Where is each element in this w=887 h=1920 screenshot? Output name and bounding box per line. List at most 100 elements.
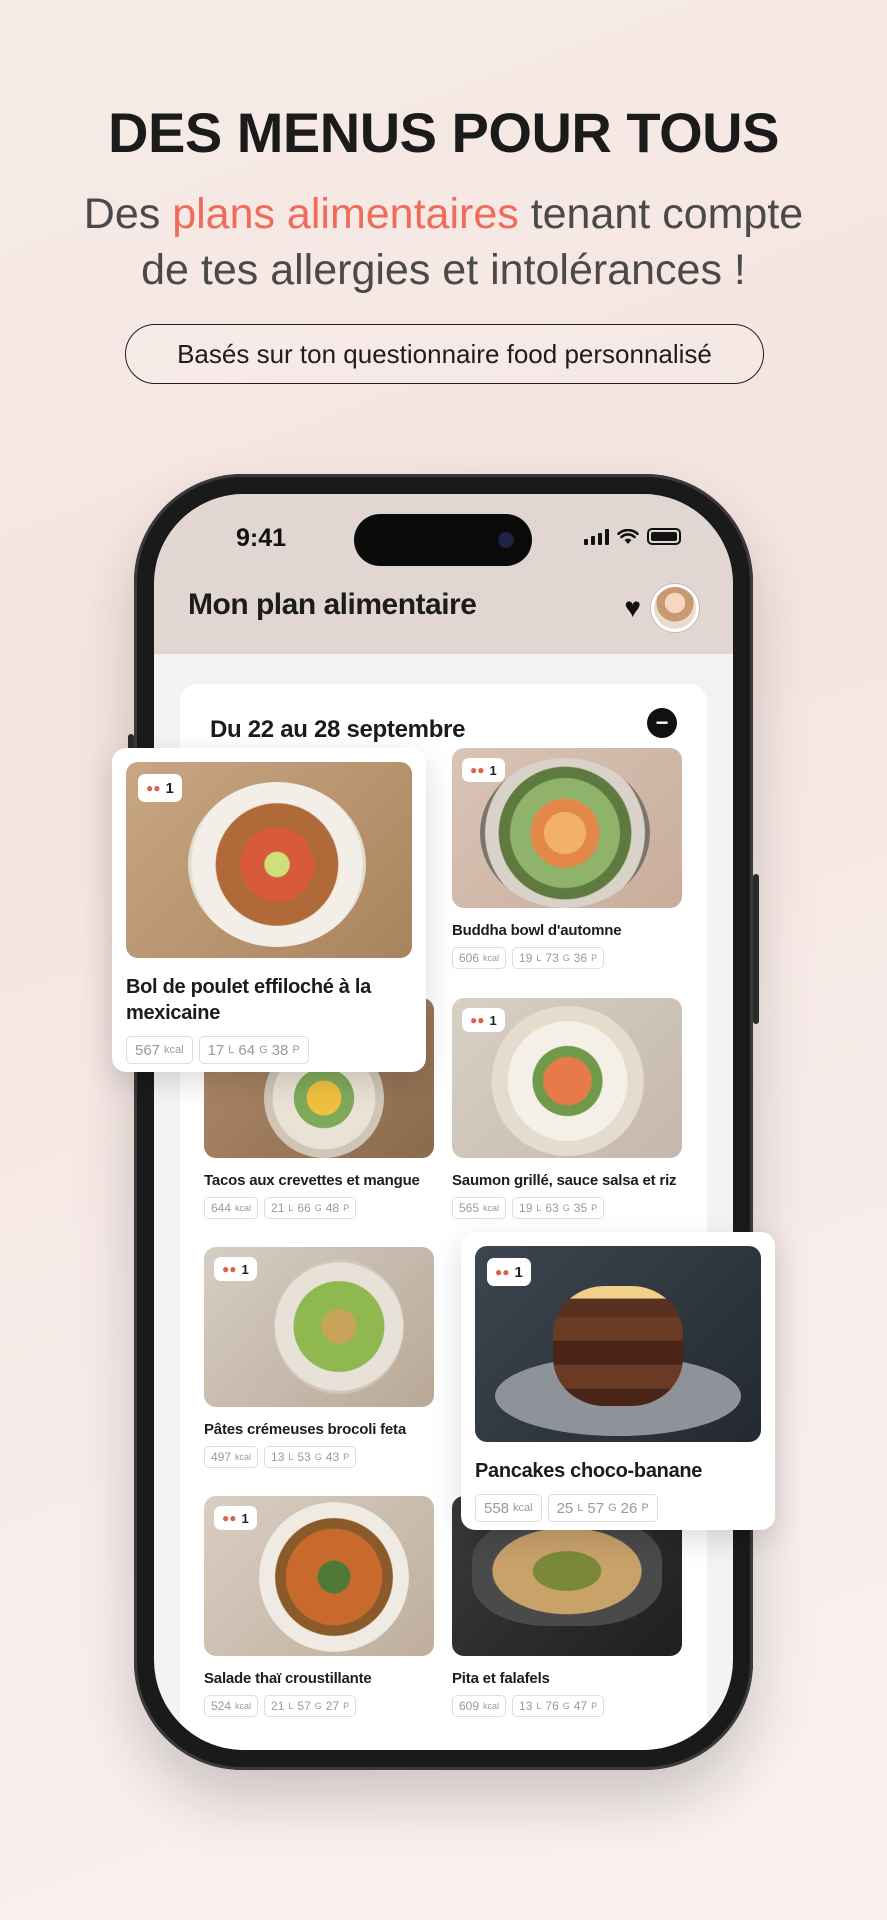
recipe-name: Tacos aux crevettes et mangue xyxy=(204,1172,420,1189)
carb-unit: G xyxy=(562,1203,570,1213)
kcal-chip: 567 kcal xyxy=(126,1036,193,1064)
protein-value: 38 xyxy=(271,1041,289,1059)
servings-count: 1 xyxy=(241,1261,249,1277)
protein-unit: P xyxy=(591,953,598,963)
carb-value: 53 xyxy=(297,1450,311,1464)
macros: 567 kcal 17 L 64 G 38 P xyxy=(126,1036,412,1064)
recipe-card[interactable]: ●● 1 Saumon grillé, sauce salsa et riz 56… xyxy=(452,998,682,1219)
people-icon: ●● xyxy=(470,1013,485,1027)
status-icons xyxy=(584,528,681,545)
headline: DES MENUS POUR TOUS xyxy=(108,101,779,164)
recipe-name: Pancakes choco-banane xyxy=(475,1460,703,1482)
protein-unit: P xyxy=(343,1701,350,1711)
macros: 558 kcal 25 L 57 G 26 P xyxy=(475,1494,761,1522)
servings-badge: ●● 1 xyxy=(214,1506,257,1530)
carb-unit: G xyxy=(314,1701,322,1711)
protein-value: 26 xyxy=(620,1499,638,1517)
protein-value: 27 xyxy=(325,1699,340,1713)
kcal-chip: 606 kcal xyxy=(452,947,507,969)
recipe-name: Pita et falafels xyxy=(452,1670,550,1687)
lipid-unit: L xyxy=(577,1502,584,1514)
subheadline-part: tenant compte xyxy=(518,190,804,238)
carb-unit: G xyxy=(259,1044,268,1056)
people-icon: ●● xyxy=(495,1265,510,1279)
app-header: 9:41 Mon plan alimentaire ♥ xyxy=(154,494,733,654)
people-icon: ●● xyxy=(146,781,161,795)
recipe-name: Salade thaï croustillante xyxy=(204,1670,372,1687)
kcal-unit: kcal xyxy=(235,1452,252,1462)
people-icon: ●● xyxy=(222,1262,237,1276)
carb-value: 64 xyxy=(238,1041,256,1059)
recipe-name: Saumon grillé, sauce salsa et riz xyxy=(452,1172,677,1189)
featured-recipe-card[interactable]: ●● 1 Pancakes choco-banane 558 kcal 25 L 57 G… xyxy=(461,1232,775,1530)
recipe-name: Buddha bowl d'automne xyxy=(452,922,622,939)
servings-badge: ●● 1 xyxy=(462,1008,505,1032)
protein-unit: P xyxy=(343,1452,350,1462)
carb-unit: G xyxy=(562,1701,570,1711)
servings-badge: ●● 1 xyxy=(487,1258,531,1286)
lipid-value: 13 xyxy=(519,1699,533,1713)
carb-value: 73 xyxy=(545,951,559,965)
lipid-value: 21 xyxy=(271,1699,285,1713)
questionnaire-pill: Basés sur ton questionnaire food personn… xyxy=(125,324,764,384)
carb-value: 76 xyxy=(545,1699,559,1713)
protein-unit: P xyxy=(292,1044,300,1056)
kcal-value: 606 xyxy=(459,951,480,965)
subheadline-accent: plans alimentaires xyxy=(172,190,519,238)
collapse-button[interactable]: − xyxy=(647,708,677,738)
recipe-name: Bol de poulet effiloché à la mexicaine xyxy=(126,976,371,1024)
recipe-image: ●● 1 xyxy=(204,1496,434,1656)
kcal-unit: kcal xyxy=(164,1044,184,1056)
lipid-value: 21 xyxy=(271,1201,285,1215)
protein-unit: P xyxy=(591,1701,598,1711)
macro-chip: 25 L 57 G 26 P xyxy=(547,1494,658,1522)
kcal-value: 497 xyxy=(211,1450,232,1464)
lipid-unit: L xyxy=(536,1203,542,1213)
kcal-unit: kcal xyxy=(483,1701,500,1711)
heart-icon[interactable]: ♥ xyxy=(624,592,641,624)
kcal-value: 567 xyxy=(135,1041,161,1059)
app-title: Mon plan alimentaire xyxy=(188,588,477,621)
lipid-unit: L xyxy=(228,1044,235,1056)
camera-icon xyxy=(498,532,514,548)
servings-count: 1 xyxy=(165,779,174,797)
carb-unit: G xyxy=(314,1452,322,1462)
lipid-unit: L xyxy=(288,1452,294,1462)
recipe-image: ●● 1 xyxy=(126,762,412,958)
lipid-value: 25 xyxy=(556,1499,574,1517)
carb-value: 66 xyxy=(297,1201,311,1215)
recipe-image: ●● 1 xyxy=(475,1246,761,1442)
protein-unit: P xyxy=(591,1203,598,1213)
macros: 565 kcal 19 L 63 G 35 P xyxy=(452,1197,682,1219)
protein-value: 36 xyxy=(573,951,588,965)
recipe-card[interactable]: ●● 1 Salade thaï croustillante 524 kcal 21… xyxy=(204,1496,434,1717)
kcal-value: 644 xyxy=(211,1201,232,1215)
recipe-name: Pâtes crémeuses brocoli feta xyxy=(204,1421,406,1438)
avatar[interactable] xyxy=(651,584,699,632)
kcal-unit: kcal xyxy=(483,1203,500,1213)
kcal-chip: 497 kcal xyxy=(204,1446,259,1468)
carb-unit: G xyxy=(314,1203,322,1213)
carb-unit: G xyxy=(562,953,570,963)
featured-recipe-card[interactable]: ●● 1 Bol de poulet effiloché à la mexicai… xyxy=(112,748,426,1072)
phone-button xyxy=(753,874,759,1024)
protein-unit: P xyxy=(641,1502,649,1514)
battery-icon xyxy=(647,528,681,545)
protein-value: 43 xyxy=(325,1450,340,1464)
macro-chip: 13 L 53 G 43 P xyxy=(264,1446,357,1468)
minus-icon: − xyxy=(655,710,669,735)
kcal-value: 524 xyxy=(211,1699,232,1713)
kcal-chip: 565 kcal xyxy=(452,1197,507,1219)
kcal-unit: kcal xyxy=(235,1701,252,1711)
people-icon: ●● xyxy=(470,763,485,777)
recipe-card[interactable]: ●● 1 Buddha bowl d'automne 606 kcal 19 L 73 G… xyxy=(452,748,682,969)
recipe-card[interactable]: ●● 1 Pâtes crémeuses brocoli feta 497 kcal… xyxy=(204,1247,434,1468)
kcal-unit: kcal xyxy=(513,1502,533,1514)
kcal-value: 565 xyxy=(459,1201,480,1215)
macros: 606 kcal 19 L 73 G 36 P xyxy=(452,947,682,969)
status-time: 9:41 xyxy=(236,524,287,552)
lipid-unit: L xyxy=(288,1701,294,1711)
carb-value: 57 xyxy=(297,1699,311,1713)
recipe-image: ●● 1 xyxy=(452,998,682,1158)
kcal-unit: kcal xyxy=(235,1203,252,1213)
